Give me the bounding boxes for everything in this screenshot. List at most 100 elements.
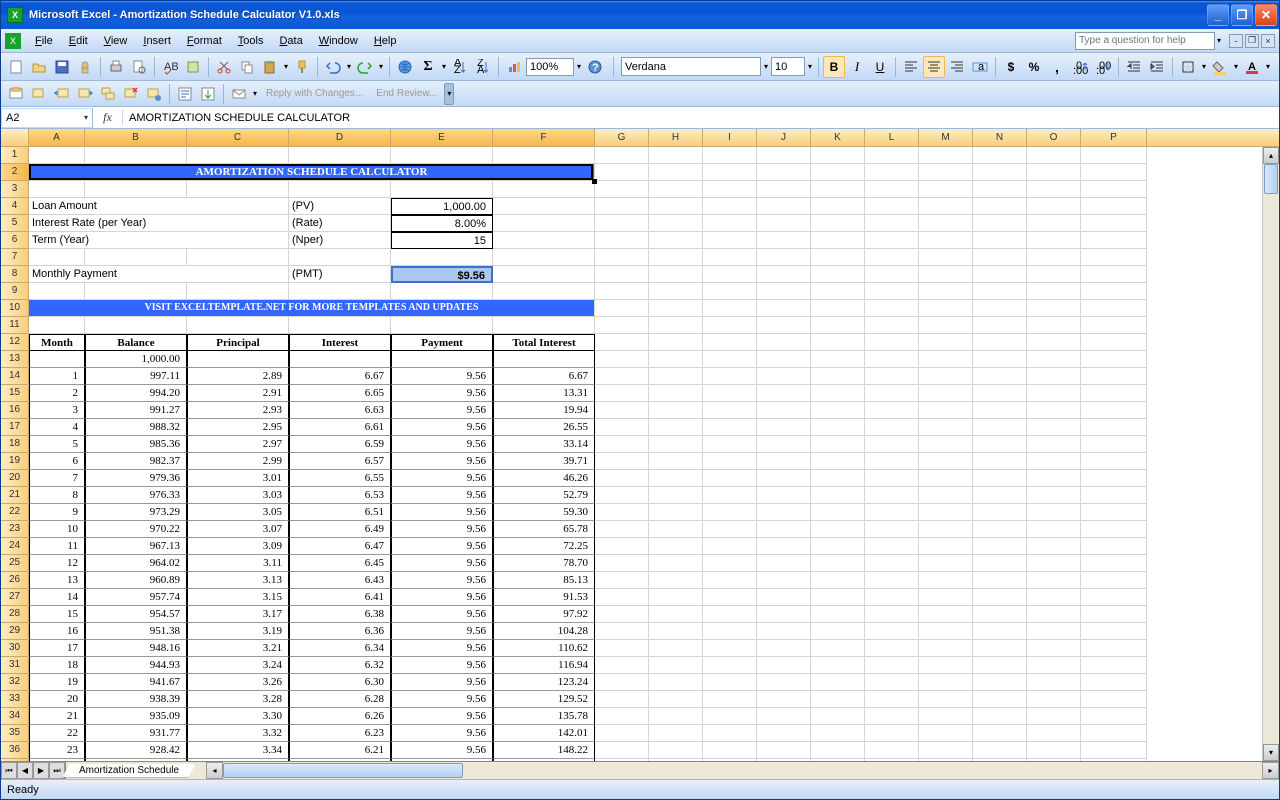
col-header-K[interactable]: K xyxy=(811,129,865,146)
cell[interactable] xyxy=(289,249,391,266)
doc-restore-button[interactable]: ❐ xyxy=(1245,34,1259,48)
cell[interactable] xyxy=(595,181,649,198)
row-header-16[interactable]: 16 xyxy=(1,402,29,419)
cell[interactable] xyxy=(919,215,973,232)
table-cell[interactable]: 4 xyxy=(29,419,85,436)
cell[interactable] xyxy=(1027,691,1081,708)
cell[interactable] xyxy=(289,283,391,300)
cell[interactable] xyxy=(649,504,703,521)
table-cell[interactable]: 52.79 xyxy=(493,487,595,504)
table-cell[interactable]: 6.51 xyxy=(289,504,391,521)
cell[interactable] xyxy=(757,334,811,351)
row-header-17[interactable]: 17 xyxy=(1,419,29,436)
table-cell[interactable]: 3.17 xyxy=(187,606,289,623)
cell[interactable] xyxy=(493,198,595,215)
row-header-30[interactable]: 30 xyxy=(1,640,29,657)
update-file-button[interactable] xyxy=(197,83,219,105)
cell[interactable] xyxy=(649,300,703,317)
cell[interactable] xyxy=(919,589,973,606)
row-header-5[interactable]: 5 xyxy=(1,215,29,232)
cell[interactable] xyxy=(865,385,919,402)
cell[interactable] xyxy=(973,334,1027,351)
print-button[interactable] xyxy=(105,56,127,78)
cell[interactable] xyxy=(649,657,703,674)
cell[interactable] xyxy=(865,215,919,232)
table-cell[interactable]: 985.36 xyxy=(85,436,187,453)
cell[interactable] xyxy=(757,657,811,674)
cell[interactable] xyxy=(1027,249,1081,266)
label-loanAmount[interactable]: Loan Amount xyxy=(29,198,289,215)
cell[interactable] xyxy=(757,164,811,181)
cell[interactable] xyxy=(919,504,973,521)
cell[interactable] xyxy=(811,504,865,521)
col-header-P[interactable]: P xyxy=(1081,129,1147,146)
cell[interactable] xyxy=(703,266,757,283)
font-color-button[interactable]: A xyxy=(1241,56,1263,78)
table-cell[interactable]: 6.21 xyxy=(289,742,391,759)
cell[interactable] xyxy=(865,198,919,215)
row-header-28[interactable]: 28 xyxy=(1,606,29,623)
cell[interactable] xyxy=(1081,470,1147,487)
cell[interactable] xyxy=(865,351,919,368)
cell[interactable] xyxy=(1081,147,1147,164)
table-cell[interactable]: 3.30 xyxy=(187,708,289,725)
hyperlink-button[interactable] xyxy=(394,56,416,78)
cell[interactable] xyxy=(649,436,703,453)
horizontal-scrollbar[interactable]: ◂ ▸ xyxy=(206,762,1279,779)
cell[interactable] xyxy=(703,249,757,266)
table-cell[interactable]: 3.19 xyxy=(187,623,289,640)
row-header-20[interactable]: 20 xyxy=(1,470,29,487)
cell[interactable] xyxy=(757,351,811,368)
cell[interactable] xyxy=(973,351,1027,368)
cell[interactable] xyxy=(1027,317,1081,334)
fill-dropdown-icon[interactable]: ▾ xyxy=(1232,62,1240,71)
table-cell[interactable]: 3.09 xyxy=(187,538,289,555)
table-cell[interactable]: 3.34 xyxy=(187,742,289,759)
cell[interactable] xyxy=(757,470,811,487)
table-cell[interactable]: 9.56 xyxy=(391,402,493,419)
cell[interactable] xyxy=(757,147,811,164)
cell[interactable] xyxy=(973,606,1027,623)
cell[interactable] xyxy=(865,759,919,761)
table-cell[interactable]: 85.13 xyxy=(493,572,595,589)
tab-first-button[interactable]: ⏮ xyxy=(1,762,17,779)
cell[interactable] xyxy=(811,623,865,640)
cell[interactable] xyxy=(703,708,757,725)
cell[interactable] xyxy=(649,708,703,725)
cell[interactable] xyxy=(811,521,865,538)
cell[interactable] xyxy=(757,215,811,232)
col-header-G[interactable]: G xyxy=(595,129,649,146)
table-cell[interactable]: 2.89 xyxy=(187,368,289,385)
cell[interactable] xyxy=(1027,606,1081,623)
cell[interactable] xyxy=(811,759,865,761)
help-button[interactable]: ? xyxy=(584,56,606,78)
cell[interactable] xyxy=(973,232,1027,249)
table-cell[interactable]: 16 xyxy=(29,623,85,640)
cell[interactable] xyxy=(811,674,865,691)
cell[interactable] xyxy=(1027,640,1081,657)
cell[interactable] xyxy=(29,147,85,164)
row-header-6[interactable]: 6 xyxy=(1,232,29,249)
cell[interactable] xyxy=(973,470,1027,487)
table-cell[interactable]: 7 xyxy=(29,470,85,487)
cell[interactable] xyxy=(973,572,1027,589)
table-cell[interactable]: 11 xyxy=(29,538,85,555)
cell[interactable] xyxy=(757,623,811,640)
cell[interactable] xyxy=(1081,249,1147,266)
cell[interactable] xyxy=(865,249,919,266)
fill-color-button[interactable] xyxy=(1209,56,1231,78)
cell[interactable] xyxy=(595,759,649,761)
cell[interactable] xyxy=(703,487,757,504)
cell[interactable] xyxy=(1081,436,1147,453)
table-cell[interactable]: 15 xyxy=(29,606,85,623)
table-cell[interactable]: 9.56 xyxy=(391,742,493,759)
table-cell[interactable]: 6.55 xyxy=(289,470,391,487)
cell[interactable] xyxy=(973,402,1027,419)
cell[interactable] xyxy=(919,606,973,623)
table-cell[interactable]: 3.15 xyxy=(187,589,289,606)
table-cell[interactable]: 3.32 xyxy=(187,725,289,742)
table-cell[interactable]: 925.06 xyxy=(85,759,187,761)
cell[interactable] xyxy=(649,640,703,657)
cell[interactable] xyxy=(1027,742,1081,759)
table-cell[interactable]: 110.62 xyxy=(493,640,595,657)
